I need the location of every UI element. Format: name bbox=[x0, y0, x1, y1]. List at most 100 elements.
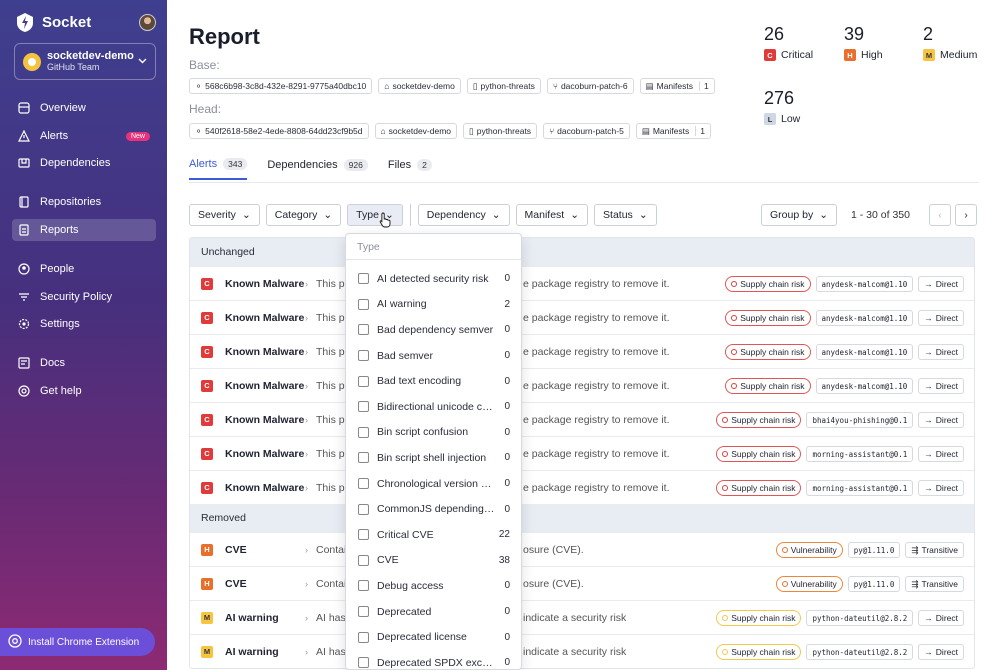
type-option[interactable]: Bin script confusion 0 bbox=[346, 420, 521, 446]
checkbox[interactable] bbox=[358, 350, 369, 362]
package-chip[interactable]: anydesk-malcom@1.10 bbox=[815, 276, 914, 292]
table-row[interactable]: C Known Malware › This p e package registry … bbox=[190, 334, 974, 368]
category-pill[interactable]: Supply chain risk bbox=[716, 644, 802, 660]
checkbox[interactable] bbox=[358, 478, 369, 490]
sidebar-item-alerts[interactable]: Alerts New bbox=[12, 125, 156, 147]
base-repo-chip[interactable]: ▯ python-threats bbox=[466, 78, 541, 94]
sidebar-item-settings[interactable]: Settings bbox=[12, 313, 156, 335]
head-commit-chip[interactable]: ⚬ 540f2618-58e2-4ede-8808-64dd23cf9b5d bbox=[189, 123, 369, 139]
type-option[interactable]: CVE 38 bbox=[346, 548, 521, 574]
type-option[interactable]: Bin script shell injection 0 bbox=[346, 445, 521, 471]
checkbox[interactable] bbox=[358, 503, 369, 515]
tab-files[interactable]: Files 2 bbox=[388, 158, 432, 180]
head-repo-chip[interactable]: ▯ python-threats bbox=[463, 123, 538, 139]
group-by-button[interactable]: Group by ⌄ bbox=[761, 204, 838, 226]
severity-filter[interactable]: Severity ⌄ bbox=[189, 204, 260, 226]
type-option[interactable]: AI detected security risk 0 bbox=[346, 266, 521, 292]
table-row[interactable]: C Known Malware › This p e package registry … bbox=[190, 300, 974, 334]
sidebar-item-get-help[interactable]: Get help bbox=[12, 380, 156, 402]
type-filter[interactable]: Type ⌄ bbox=[347, 204, 403, 226]
org-switcher[interactable]: socketdev-demo GitHub Team bbox=[14, 43, 156, 80]
type-option[interactable]: Deprecated 0 bbox=[346, 599, 521, 625]
table-row[interactable]: C Known Malware › This p e package registry … bbox=[190, 368, 974, 402]
type-option[interactable]: AI warning 2 bbox=[346, 292, 521, 318]
checkbox[interactable] bbox=[358, 375, 369, 387]
brand[interactable]: Socket bbox=[16, 12, 91, 32]
sidebar-item-reports[interactable]: Reports bbox=[12, 219, 156, 241]
checkbox[interactable] bbox=[358, 273, 369, 285]
checkbox[interactable] bbox=[358, 554, 369, 566]
table-row[interactable]: C Known Malware › This p e package registry … bbox=[190, 266, 974, 300]
type-option[interactable]: Debug access 0 bbox=[346, 573, 521, 599]
type-option[interactable]: Deprecated license 0 bbox=[346, 624, 521, 650]
checkbox[interactable] bbox=[358, 631, 369, 643]
category-pill[interactable]: Supply chain risk bbox=[725, 378, 811, 394]
next-page-button[interactable]: › bbox=[955, 204, 977, 226]
sidebar-item-security-policy[interactable]: Security Policy bbox=[12, 286, 156, 308]
status-filter[interactable]: Status ⌄ bbox=[594, 204, 657, 226]
head-manifests-chip[interactable]: ▤ Manifests 1 bbox=[635, 123, 711, 139]
type-search-input[interactable]: Type bbox=[346, 234, 521, 260]
head-org-chip[interactable]: ⌂ socketdev-demo bbox=[374, 123, 458, 139]
prev-page-button[interactable]: ‹ bbox=[929, 204, 951, 226]
category-pill[interactable]: Vulnerability bbox=[775, 576, 843, 592]
base-branch-chip[interactable]: ⑂ dacoburn-patch-6 bbox=[546, 78, 634, 94]
medium-count[interactable]: 2 M Medium bbox=[923, 24, 977, 61]
type-option[interactable]: Bad text encoding 0 bbox=[346, 368, 521, 394]
package-chip[interactable]: anydesk-malcom@1.10 bbox=[815, 344, 914, 360]
type-option[interactable]: CommonJS depending o... 0 bbox=[346, 496, 521, 522]
base-commit-chip[interactable]: ⚬ 568c6b98-3c8d-432e-8291-9775a40dbc10 bbox=[189, 78, 373, 94]
package-chip[interactable]: anydesk-malcom@1.10 bbox=[815, 378, 914, 394]
checkbox[interactable] bbox=[358, 426, 369, 438]
category-pill[interactable]: Supply chain risk bbox=[716, 446, 802, 462]
category-pill[interactable]: Vulnerability bbox=[775, 542, 843, 558]
type-option[interactable]: Deprecated SPDX excep... 0 bbox=[346, 650, 521, 669]
category-pill[interactable]: Supply chain risk bbox=[725, 310, 811, 326]
sidebar-item-dependencies[interactable]: Dependencies bbox=[12, 152, 156, 174]
table-row[interactable]: C Known Malware › This p e package registry … bbox=[190, 402, 974, 436]
sidebar-item-people[interactable]: People bbox=[12, 258, 156, 280]
package-chip[interactable]: python-dateutil@2.8.2 bbox=[806, 644, 914, 660]
type-option[interactable]: Bad dependency semver 0 bbox=[346, 317, 521, 343]
type-option[interactable]: Bad semver 0 bbox=[346, 343, 521, 369]
checkbox[interactable] bbox=[358, 606, 369, 618]
category-pill[interactable]: Supply chain risk bbox=[716, 412, 802, 428]
type-option[interactable]: Chronological version an... 0 bbox=[346, 471, 521, 497]
sidebar-item-repositories[interactable]: Repositories bbox=[12, 191, 156, 213]
checkbox[interactable] bbox=[358, 580, 369, 592]
manifest-filter[interactable]: Manifest ⌄ bbox=[515, 204, 589, 226]
checkbox[interactable] bbox=[358, 401, 369, 413]
package-chip[interactable]: py@1.11.0 bbox=[847, 576, 901, 592]
category-pill[interactable]: Supply chain risk bbox=[725, 276, 811, 292]
tab-dependencies[interactable]: Dependencies 926 bbox=[267, 158, 368, 180]
package-chip[interactable]: morning-assistant@0.1 bbox=[806, 480, 914, 496]
install-chrome-extension-button[interactable]: Install Chrome Extension bbox=[0, 628, 155, 656]
high-count[interactable]: 39 H High bbox=[844, 24, 883, 61]
table-row[interactable]: HCVE›Contains a high sosure (CVE).Vulner… bbox=[190, 566, 974, 600]
table-row[interactable]: C Known Malware › This p e package registry … bbox=[190, 470, 974, 504]
category-pill[interactable]: Supply chain risk bbox=[716, 610, 802, 626]
head-branch-chip[interactable]: ⑂ dacoburn-patch-5 bbox=[543, 123, 630, 139]
tab-alerts[interactable]: Alerts 343 bbox=[189, 158, 248, 180]
package-chip[interactable]: bhai4you-phishing@0.1 bbox=[806, 412, 914, 428]
base-org-chip[interactable]: ⌂ socketdev-demo bbox=[378, 78, 461, 94]
checkbox[interactable] bbox=[358, 298, 369, 310]
checkbox[interactable] bbox=[358, 324, 369, 336]
package-chip[interactable]: python-dateutil@2.8.2 bbox=[806, 610, 914, 626]
base-manifests-chip[interactable]: ▤ Manifests 1 bbox=[639, 78, 715, 94]
sidebar-item-docs[interactable]: Docs bbox=[12, 352, 156, 374]
category-pill[interactable]: Supply chain risk bbox=[725, 344, 811, 360]
sidebar-item-overview[interactable]: Overview bbox=[12, 97, 156, 119]
table-row[interactable]: M AI warning › AI has four indicate a securi… bbox=[190, 600, 974, 634]
checkbox[interactable] bbox=[358, 657, 369, 669]
user-avatar[interactable] bbox=[139, 14, 156, 31]
package-chip[interactable]: py@1.11.0 bbox=[847, 542, 901, 558]
type-option[interactable]: Bidirectional unicode co... 0 bbox=[346, 394, 521, 420]
category-pill[interactable]: Supply chain risk bbox=[716, 480, 802, 496]
checkbox[interactable] bbox=[358, 529, 369, 541]
table-row[interactable]: HCVE›Contains a high sosure (CVE).Vulner… bbox=[190, 532, 974, 566]
type-option[interactable]: Critical CVE 22 bbox=[346, 522, 521, 548]
table-row[interactable]: C Known Malware › This p e package registry … bbox=[190, 436, 974, 470]
dependency-filter[interactable]: Dependency ⌄ bbox=[417, 204, 510, 226]
checkbox[interactable] bbox=[358, 452, 369, 464]
